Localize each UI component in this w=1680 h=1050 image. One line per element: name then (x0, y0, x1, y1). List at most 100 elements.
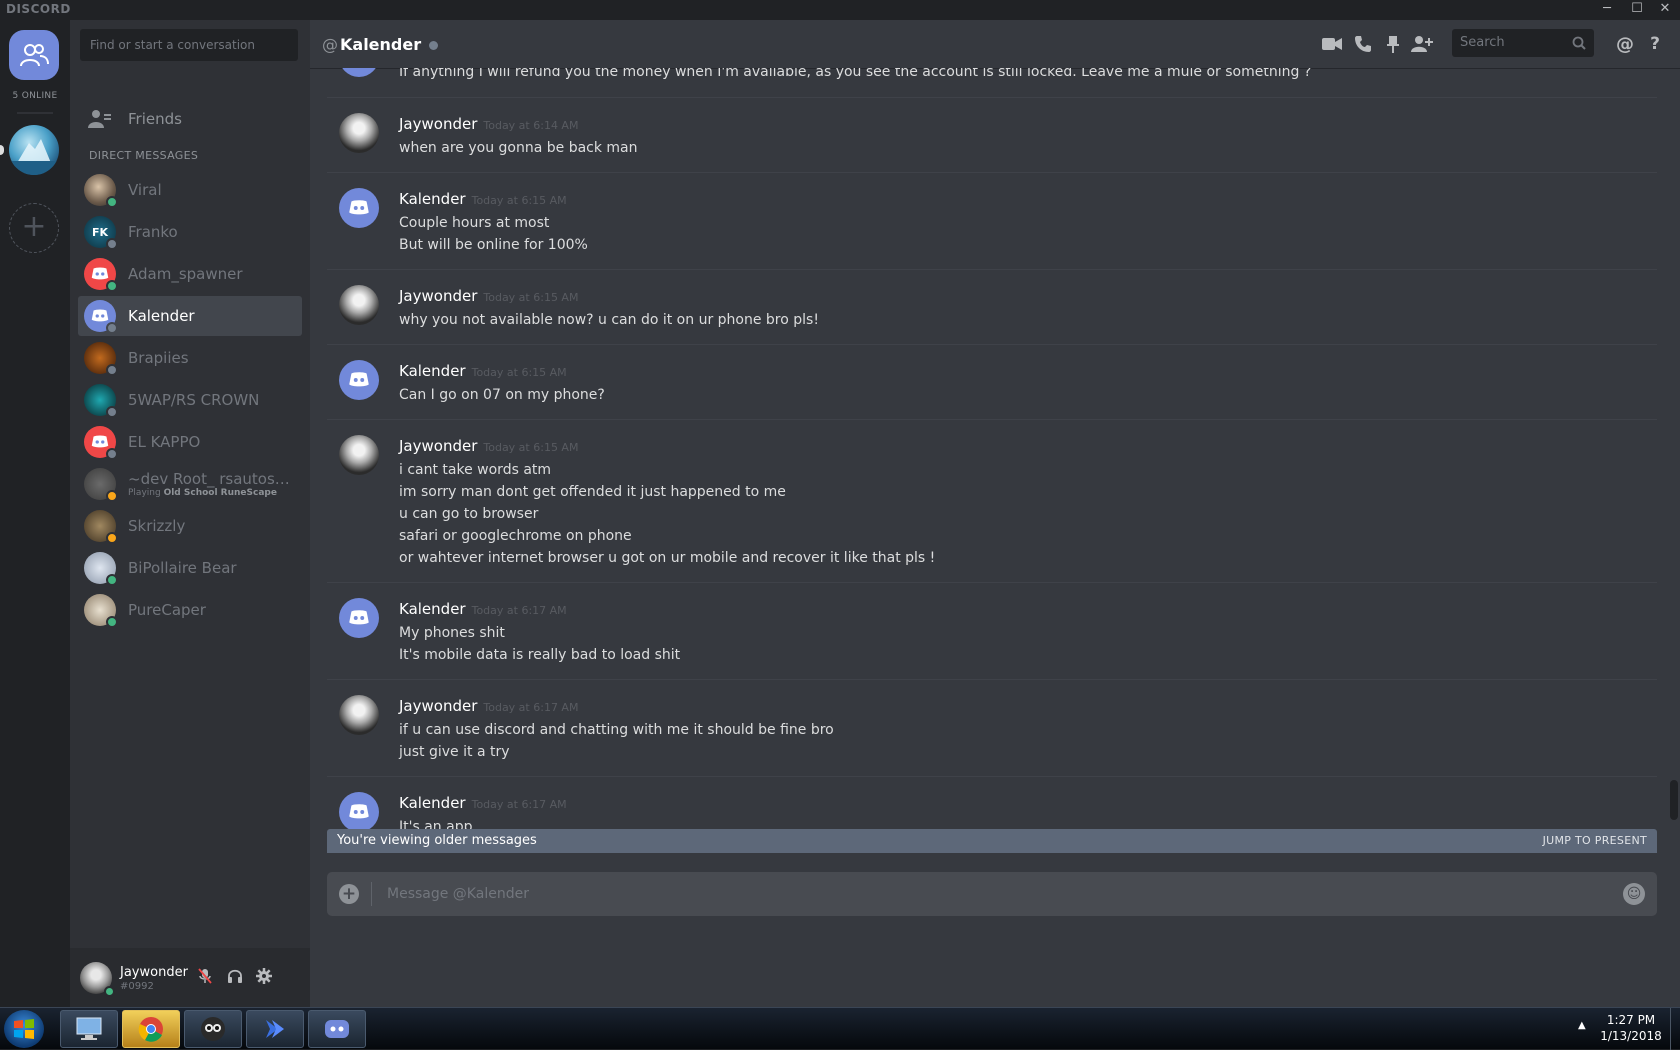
message-author[interactable]: Jaywonder (399, 287, 477, 305)
message-scrollbar[interactable] (1670, 68, 1678, 848)
username: Jaywonder (120, 965, 188, 980)
recipient-status-indicator (429, 41, 439, 50)
message-author[interactable]: Jaywonder (399, 697, 477, 715)
message-header: Kalender Today at 6:17 AM (399, 599, 567, 618)
dm-item[interactable]: 5WAP/RS CROWN (78, 380, 302, 420)
dm-item[interactable]: Skrizzly (78, 506, 302, 546)
dm-avatar (84, 510, 118, 544)
message-author[interactable]: Kalender (399, 600, 466, 618)
message-header: Kalender Today at 6:15 AM (399, 361, 567, 380)
headphones-icon[interactable] (225, 968, 245, 988)
close-icon[interactable]: ✕ (1652, 0, 1678, 20)
dm-text: EL KAPPO (128, 433, 296, 451)
server-icon-iceberg[interactable] (9, 125, 59, 175)
message-author-avatar[interactable] (339, 598, 379, 638)
dm-item[interactable]: Adam_spawner (78, 254, 302, 294)
windows-taskbar: ▲ 1:27 PM 1/13/2018 (0, 1007, 1680, 1050)
message-header: Jaywonder Today at 6:14 AM (399, 114, 578, 133)
minimize-icon[interactable]: ─ (1594, 0, 1620, 20)
dm-text: ~dev Root_ rsautoswitch...Playing Old Sc… (128, 470, 296, 498)
owl-app-icon[interactable] (184, 1010, 242, 1048)
dm-name: Kalender (128, 307, 195, 325)
windows-logo-icon (14, 1019, 34, 1039)
message-author-avatar[interactable] (339, 792, 379, 832)
dm-item[interactable]: Viral (78, 170, 302, 210)
message-author[interactable]: Kalender (399, 190, 466, 208)
user-discriminator: #0992 (120, 981, 154, 992)
older-messages-bar: You're viewing older messages JUMP TO PR… (327, 829, 1657, 853)
home-friends-button[interactable] (9, 30, 59, 80)
clock-time: 1:27 PM (1606, 1013, 1656, 1027)
chrome-app-icon[interactable] (122, 1010, 180, 1048)
message-author[interactable]: Kalender (399, 794, 466, 812)
message-author-avatar[interactable] (339, 360, 379, 400)
message-author[interactable]: Jaywonder (399, 437, 477, 455)
dm-item[interactable]: PureCaper (78, 590, 302, 630)
tray-expand-icon[interactable]: ▲ (1578, 1020, 1586, 1031)
system-clock[interactable]: 1:27 PM 1/13/2018 (1596, 1012, 1666, 1044)
mention-icon[interactable]: @ (1613, 32, 1637, 56)
message-author-avatar[interactable] (339, 68, 379, 77)
dm-item[interactable]: EL KAPPO (78, 422, 302, 462)
emoji-picker-icon[interactable]: ☺ (1623, 883, 1645, 905)
message-group: KalenderToday at 6:14 AMIf anything I wi… (327, 68, 1657, 96)
message-list: Kalender Today at 6:14 AM If anything I wi… (310, 68, 1660, 848)
message-line: If anything I will refund you the money … (399, 68, 1312, 80)
show-desktop-button[interactable] (1670, 1008, 1680, 1050)
dm-item[interactable]: ~dev Root_ rsautoswitch...Playing Old Sc… (78, 464, 302, 504)
settings-gear-icon[interactable] (254, 968, 274, 988)
jump-to-present-button[interactable]: JUMP TO PRESENT (1543, 834, 1647, 847)
dm-name: Brapiies (128, 349, 189, 367)
maximize-icon[interactable]: ☐ (1624, 0, 1650, 20)
message-group: Jaywonder Today at 6:17 AM if u can use di… (327, 679, 1657, 775)
dm-name: PureCaper (128, 601, 206, 619)
friends-label: Friends (128, 110, 182, 128)
start-button[interactable] (4, 1010, 44, 1048)
discord-app-icon[interactable] (308, 1010, 366, 1048)
scrollbar-thumb[interactable] (1670, 780, 1678, 820)
clock-date: 1/13/2018 (1600, 1029, 1662, 1043)
dm-item[interactable]: FK Franko (78, 212, 302, 252)
message-author-avatar[interactable] (339, 188, 379, 228)
add-server-button[interactable]: + (9, 203, 59, 253)
message-author[interactable]: Kalender (399, 362, 466, 380)
video-call-icon[interactable] (1320, 32, 1344, 56)
message-body: My phones shit It's mobile data is really… (399, 622, 680, 666)
voice-call-icon[interactable] (1351, 32, 1375, 56)
status-indicator (106, 322, 118, 334)
dm-item[interactable]: Kalender (78, 296, 302, 336)
dm-item[interactable]: BiPollaire Bear (78, 548, 302, 588)
upload-plus-icon[interactable]: + (339, 884, 359, 904)
message-timestamp: Today at 6:17 AM (483, 701, 579, 714)
header-search-input[interactable]: Search (1452, 29, 1594, 57)
find-conversation-search[interactable]: Find or start a conversation (80, 29, 298, 61)
dm-avatar (84, 342, 118, 376)
dm-name: Viral (128, 181, 162, 199)
message-group: Kalender Today at 6:15 AM Can I go on 07 o… (327, 344, 1657, 418)
message-line: im sorry man dont get offended it just h… (399, 484, 786, 500)
dm-text: Brapiies (128, 349, 296, 367)
message-author[interactable]: Jaywonder (399, 115, 477, 133)
message-timestamp: Today at 6:17 AM (471, 604, 567, 617)
friends-nav-item[interactable]: Friends (78, 99, 302, 139)
dm-avatar (84, 426, 118, 460)
mute-mic-icon[interactable] (195, 968, 215, 988)
message-author-avatar[interactable] (339, 435, 379, 475)
message-input[interactable] (385, 872, 1605, 916)
arrow-app-icon[interactable] (246, 1010, 304, 1048)
pin-icon[interactable] (1381, 32, 1405, 56)
dm-item[interactable]: Brapiies (78, 338, 302, 378)
dm-avatar (84, 552, 118, 586)
add-friend-icon[interactable] (1410, 32, 1434, 56)
message-line: Couple hours at most (399, 215, 550, 231)
message-line: just give it a try (399, 744, 510, 760)
user-status-indicator (104, 986, 115, 997)
header-search-placeholder: Search (1460, 35, 1505, 50)
help-icon[interactable]: ? (1643, 32, 1667, 56)
message-line: Can I go on 07 on my phone? (399, 387, 605, 403)
computer-app-icon[interactable] (60, 1010, 118, 1048)
message-author-avatar[interactable] (339, 113, 379, 153)
message-author-avatar[interactable] (339, 285, 379, 325)
message-group: Jaywonder Today at 6:15 AM i cant take wor… (327, 419, 1657, 581)
message-author-avatar[interactable] (339, 695, 379, 735)
